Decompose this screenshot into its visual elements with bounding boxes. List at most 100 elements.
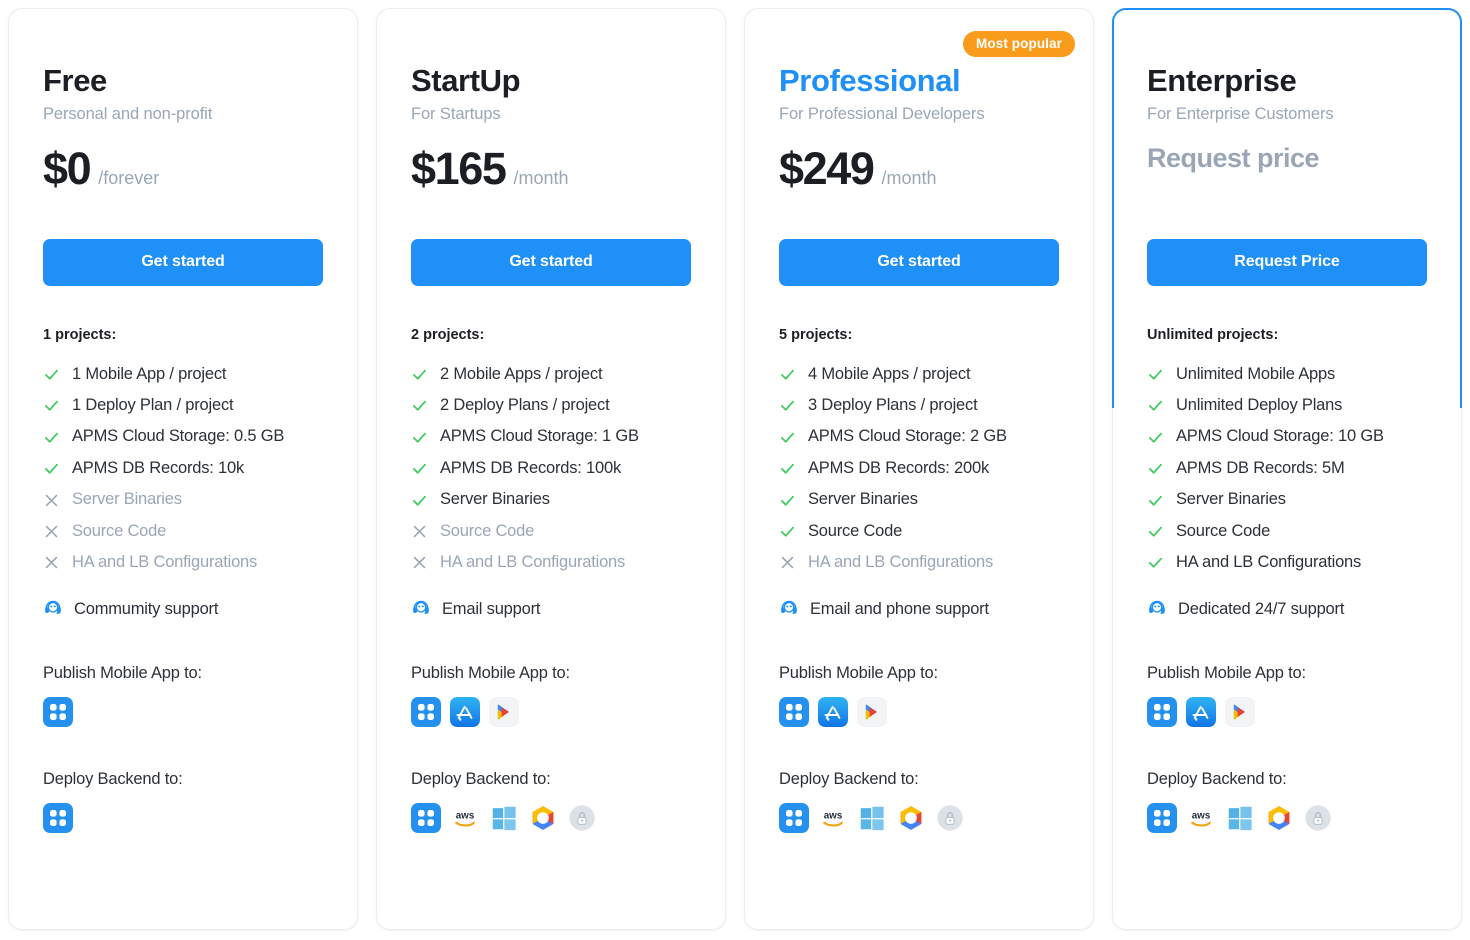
deploy-targets-block: Deploy Backend to:: [43, 770, 323, 833]
feature-item: Unlimited Mobile Apps: [1147, 364, 1427, 385]
plan-feature-list: Unlimited Mobile Apps Unlimited Deploy Pl…: [1147, 364, 1427, 574]
app-store-icon[interactable]: [1186, 696, 1216, 727]
deploy-icon-row: aws: [411, 802, 691, 833]
apms-icon[interactable]: [1147, 802, 1177, 833]
apms-icon[interactable]: [43, 802, 73, 833]
support-label: Email support: [442, 599, 541, 618]
locked-provider-icon[interactable]: [1303, 803, 1333, 833]
cross-icon: [411, 523, 428, 540]
azure-windows-icon[interactable]: [857, 803, 887, 833]
publish-targets-block: Publish Mobile App to:: [43, 664, 323, 727]
headset-icon: [43, 597, 63, 622]
feature-label: APMS Cloud Storage: 1 GB: [440, 427, 639, 446]
feature-label: HA and LB Configurations: [1176, 553, 1362, 572]
check-icon: [1147, 554, 1164, 571]
plan-price-row: Request price: [1147, 143, 1427, 195]
feature-item: Server Binaries: [1147, 489, 1427, 510]
svg-text:aws: aws: [456, 810, 475, 821]
locked-provider-icon[interactable]: [567, 803, 597, 833]
plan-price-row: $249/month: [779, 143, 1059, 195]
deploy-targets-block: Deploy Backend to: aws: [779, 770, 1059, 833]
check-icon: [779, 429, 796, 446]
google-play-icon[interactable]: [489, 696, 519, 727]
plan-projects-title: 1 projects:: [43, 326, 117, 343]
feature-item: HA and LB Configurations: [411, 552, 691, 573]
feature-label: APMS DB Records: 200k: [808, 458, 990, 477]
feature-label: Source Code: [808, 521, 903, 540]
publish-label: Publish Mobile App to:: [411, 663, 570, 682]
feature-item: 1 Mobile App / project: [43, 364, 323, 385]
plan-projects-title: 2 projects:: [411, 326, 485, 343]
feature-item: Source Code: [411, 521, 691, 542]
publish-label: Publish Mobile App to:: [43, 663, 202, 682]
deploy-label: Deploy Backend to:: [1147, 769, 1287, 788]
feature-item: APMS DB Records: 10k: [43, 458, 323, 479]
plan-feature-list: 1 Mobile App / project 1 Deploy Plan / pr…: [43, 364, 323, 574]
deploy-icon-row: [43, 802, 323, 833]
feature-item: 3 Deploy Plans / project: [779, 395, 1059, 416]
check-icon: [43, 397, 60, 414]
plan-cta-button[interactable]: Get started: [43, 238, 323, 286]
feature-label: Server Binaries: [72, 490, 182, 509]
feature-label: APMS Cloud Storage: 10 GB: [1176, 427, 1384, 446]
google-cloud-icon[interactable]: [528, 803, 558, 833]
check-icon: [779, 523, 796, 540]
plan-price-period: /month: [513, 167, 569, 188]
plan-card-professional[interactable]: Most popular Professional For Professional…: [744, 8, 1094, 930]
plan-card-startup[interactable]: StartUp For Startups $165/month Get started…: [376, 8, 726, 930]
headset-icon: [779, 597, 799, 622]
feature-label: HA and LB Configurations: [808, 553, 994, 572]
feature-label: 3 Deploy Plans / project: [808, 395, 978, 414]
check-icon: [411, 460, 428, 477]
feature-item: Source Code: [1147, 521, 1427, 542]
plan-price: $165: [411, 142, 507, 194]
feature-label: 4 Mobile Apps / project: [808, 364, 971, 383]
plan-cta-button[interactable]: Get started: [779, 238, 1059, 286]
app-store-icon[interactable]: [818, 696, 848, 727]
plan-name: StartUp: [411, 63, 521, 98]
feature-label: APMS DB Records: 10k: [72, 458, 245, 477]
google-play-icon[interactable]: [857, 696, 887, 727]
aws-icon[interactable]: aws: [450, 802, 480, 833]
aws-icon[interactable]: aws: [818, 802, 848, 833]
deploy-icon-row: aws: [1147, 802, 1427, 833]
feature-item: APMS Cloud Storage: 0.5 GB: [43, 426, 323, 447]
feature-item: APMS Cloud Storage: 10 GB: [1147, 426, 1427, 447]
feature-label: APMS Cloud Storage: 0.5 GB: [72, 427, 285, 446]
azure-windows-icon[interactable]: [489, 803, 519, 833]
feature-label: 1 Mobile App / project: [72, 364, 227, 383]
plan-tagline: For Startups: [411, 104, 501, 123]
feature-item: APMS Cloud Storage: 2 GB: [779, 426, 1059, 447]
plan-feature-list: 4 Mobile Apps / project 3 Deploy Plans / …: [779, 364, 1059, 574]
azure-windows-icon[interactable]: [1225, 803, 1255, 833]
feature-item: APMS DB Records: 100k: [411, 458, 691, 479]
plan-price-period: /month: [881, 167, 937, 188]
plan-card-free[interactable]: Free Personal and non-profit $0/forever Get…: [8, 8, 358, 930]
plan-cta-button[interactable]: Get started: [411, 238, 691, 286]
apms-icon[interactable]: [779, 802, 809, 833]
aws-icon[interactable]: aws: [1186, 802, 1216, 833]
locked-provider-icon[interactable]: [935, 803, 965, 833]
google-play-icon[interactable]: [1225, 696, 1255, 727]
plan-card-enterprise[interactable]: Enterprise For Enterprise Customers Reques…: [1112, 8, 1462, 930]
plan-price-row: $165/month: [411, 143, 691, 195]
check-icon: [1147, 397, 1164, 414]
apms-icon[interactable]: [411, 802, 441, 833]
deploy-icon-row: aws: [779, 802, 1059, 833]
google-cloud-icon[interactable]: [896, 803, 926, 833]
apms-icon[interactable]: [411, 696, 441, 727]
check-icon: [1147, 366, 1164, 383]
cross-icon: [411, 554, 428, 571]
feature-label: Server Binaries: [808, 490, 918, 509]
check-icon: [779, 397, 796, 414]
apms-icon[interactable]: [1147, 696, 1177, 727]
apms-icon[interactable]: [779, 696, 809, 727]
publish-targets-block: Publish Mobile App to:: [411, 664, 691, 727]
publish-icon-row: [43, 696, 323, 727]
feature-item: Server Binaries: [43, 489, 323, 510]
app-store-icon[interactable]: [450, 696, 480, 727]
deploy-targets-block: Deploy Backend to: aws: [1147, 770, 1427, 833]
apms-icon[interactable]: [43, 696, 73, 727]
google-cloud-icon[interactable]: [1264, 803, 1294, 833]
plan-cta-button[interactable]: Request Price: [1147, 238, 1427, 286]
